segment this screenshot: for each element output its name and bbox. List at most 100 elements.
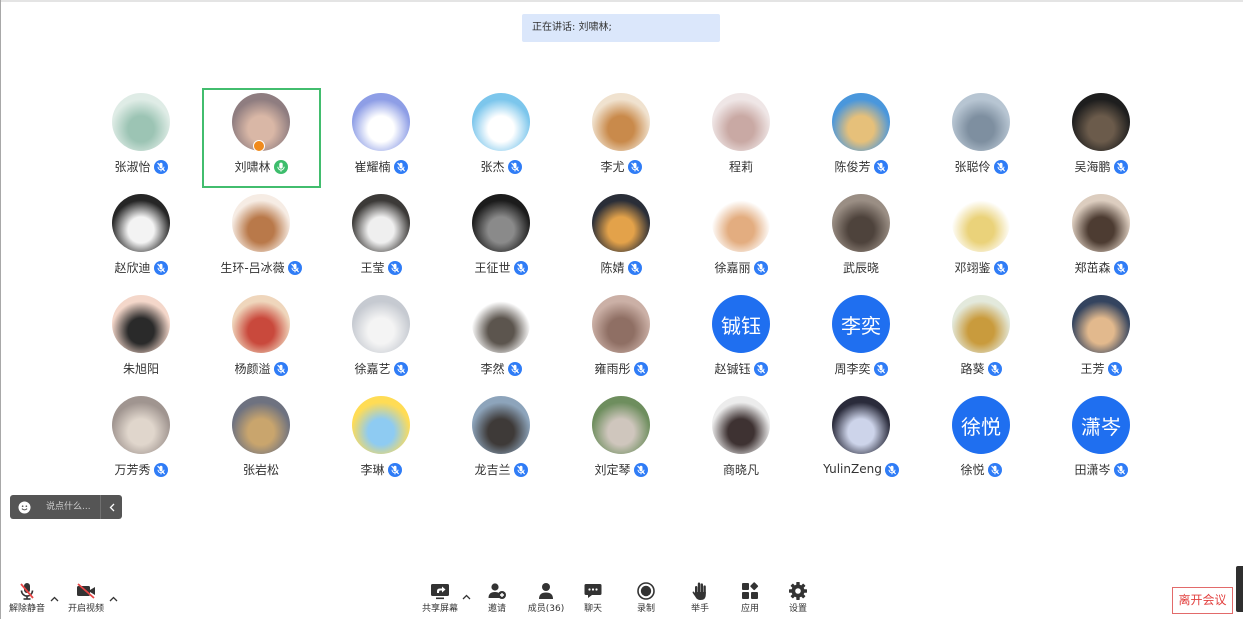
participant-tile[interactable]: 铖钰 赵铖钰 (681, 289, 801, 390)
speaking-banner: 正在讲话: 刘啸林; (522, 14, 720, 42)
participant-tile[interactable]: 张聪伶 (921, 87, 1041, 188)
participant-tile[interactable]: 万芳秀 (81, 390, 201, 491)
start-video-button[interactable]: 开启视频 (58, 581, 114, 615)
participant-tile[interactable]: 张杰 (441, 87, 561, 188)
participant-tile[interactable]: 陈婧 (561, 188, 681, 289)
participant-name-row: 李琳 (360, 461, 402, 477)
apps-label: 应用 (740, 604, 759, 614)
participant-tile[interactable]: 李然 (441, 289, 561, 390)
members-icon (535, 581, 557, 601)
participant-name: 郑茁森 (1074, 260, 1111, 275)
participant-tile[interactable]: 雍雨彤 (561, 289, 681, 390)
participant-tile[interactable]: 杨颜溢 (201, 289, 321, 390)
settings-label: 设置 (788, 604, 807, 614)
start-video-label: 开启视频 (67, 604, 104, 614)
participant-name: 赵欣迪 (114, 260, 151, 275)
mic-muted-icon (513, 260, 528, 275)
avatar-initials: 潇岑 (1081, 414, 1121, 439)
participant-avatar (472, 93, 530, 151)
mic-muted-icon (627, 159, 642, 174)
participant-tile[interactable]: 刘定琴 (561, 390, 681, 491)
participant-tile[interactable]: 潇岑 田潇岑 (1041, 390, 1161, 491)
participant-tile[interactable]: 徐嘉丽 (681, 188, 801, 289)
participant-avatar (352, 93, 410, 151)
participant-tile[interactable]: 刘啸林 (201, 87, 321, 188)
participant-avatar (472, 295, 530, 353)
video-off-icon (75, 581, 97, 601)
participant-avatar (592, 93, 650, 151)
mic-muted-icon (393, 159, 408, 174)
mic-muted-icon (1113, 260, 1128, 275)
leave-meeting-button[interactable]: 离开会议 (1172, 587, 1233, 614)
participant-tile[interactable]: 王芳 (1041, 289, 1161, 390)
participant-name-row: 武辰晓 (843, 259, 879, 275)
participant-tile[interactable]: 李奕 周李奕 (801, 289, 921, 390)
participant-tile[interactable]: 程莉 (681, 87, 801, 188)
mic-muted-icon (627, 260, 642, 275)
participant-tile[interactable]: 徐悦 徐悦 (921, 390, 1041, 491)
participant-tile[interactable]: 崔耀楠 (321, 87, 441, 188)
participant-tile[interactable]: 吴海鹏 (1041, 87, 1161, 188)
participant-name: 生环-吕冰薇 (220, 260, 285, 275)
participant-name-row: 张杰 (480, 158, 522, 174)
participant-tile[interactable]: 陈俊芳 (801, 87, 921, 188)
participant-name: YulinZeng (823, 462, 882, 476)
settings-button[interactable]: 设置 (770, 581, 826, 615)
mic-muted-icon (387, 462, 402, 477)
participant-tile[interactable]: 生环-吕冰薇 (201, 188, 321, 289)
participant-name-row: 李尤 (600, 158, 642, 174)
participant-avatar (1072, 194, 1130, 252)
participant-name-row: 王芳 (1080, 360, 1122, 376)
participant-tile[interactable]: 李琳 (321, 390, 441, 491)
chat-input[interactable] (46, 497, 100, 517)
chat-icon (582, 581, 604, 601)
participant-tile[interactable]: 龙吉兰 (441, 390, 561, 491)
side-panel-handle[interactable] (1236, 566, 1243, 612)
participant-tile[interactable]: 商晓凡 (681, 390, 801, 491)
unmute-label: 解除静音 (8, 604, 45, 614)
raise-hand-label: 举手 (690, 604, 709, 614)
participant-name-row: 王莹 (360, 259, 402, 275)
participant-name: 商晓凡 (722, 462, 759, 477)
unmute-button[interactable]: 解除静音 (0, 581, 55, 615)
participant-tile[interactable]: 徐嘉艺 (321, 289, 441, 390)
mic-muted-icon (633, 361, 648, 376)
participant-name: 张聪伶 (954, 159, 991, 174)
participant-tile[interactable]: 邓翊鉴 (921, 188, 1041, 289)
participant-tile[interactable]: 赵欣迪 (81, 188, 201, 289)
participant-name: 雍雨彤 (594, 361, 631, 376)
mic-muted-icon (873, 159, 888, 174)
participant-name: 张岩松 (242, 462, 279, 477)
mic-muted-icon (507, 361, 522, 376)
record-button[interactable]: 录制 (618, 581, 674, 615)
participant-name-row: 刘定琴 (594, 461, 648, 477)
participant-avatar (592, 295, 650, 353)
participant-avatar (1072, 93, 1130, 151)
raise-hand-button[interactable]: 举手 (672, 581, 728, 615)
participant-tile[interactable]: 李尤 (561, 87, 681, 188)
chevron-up-icon[interactable] (109, 596, 118, 602)
participant-name: 张杰 (480, 159, 505, 174)
invite-label: 邀请 (487, 604, 506, 614)
participant-tile[interactable]: 朱旭阳 (81, 289, 201, 390)
participant-name-row: 邓翊鉴 (954, 259, 1008, 275)
participant-tile[interactable]: 王征世 (441, 188, 561, 289)
chat-button[interactable]: 聊天 (565, 581, 621, 615)
mic-muted-icon (393, 361, 408, 376)
participant-tile[interactable]: 路葵 (921, 289, 1041, 390)
participant-name-row: 赵铖钰 (714, 360, 768, 376)
participant-name: 王征世 (474, 260, 511, 275)
participant-avatar: 李奕 (832, 295, 890, 353)
participant-tile[interactable]: 郑茁森 (1041, 188, 1161, 289)
invite-button[interactable]: 邀请 (469, 581, 525, 615)
participant-tile[interactable]: 武辰晓 (801, 188, 921, 289)
chat-collapse-button[interactable] (101, 495, 122, 519)
participant-tile[interactable]: YulinZeng (801, 390, 921, 491)
participant-name: 朱旭阳 (122, 361, 159, 376)
participant-tile[interactable]: 张岩松 (201, 390, 321, 491)
share-screen-button[interactable]: 共享屏幕 (412, 581, 468, 615)
participant-avatar (832, 194, 890, 252)
emoji-icon[interactable] (18, 500, 31, 514)
participant-tile[interactable]: 王莹 (321, 188, 441, 289)
participant-tile[interactable]: 张淑怡 (81, 87, 201, 188)
